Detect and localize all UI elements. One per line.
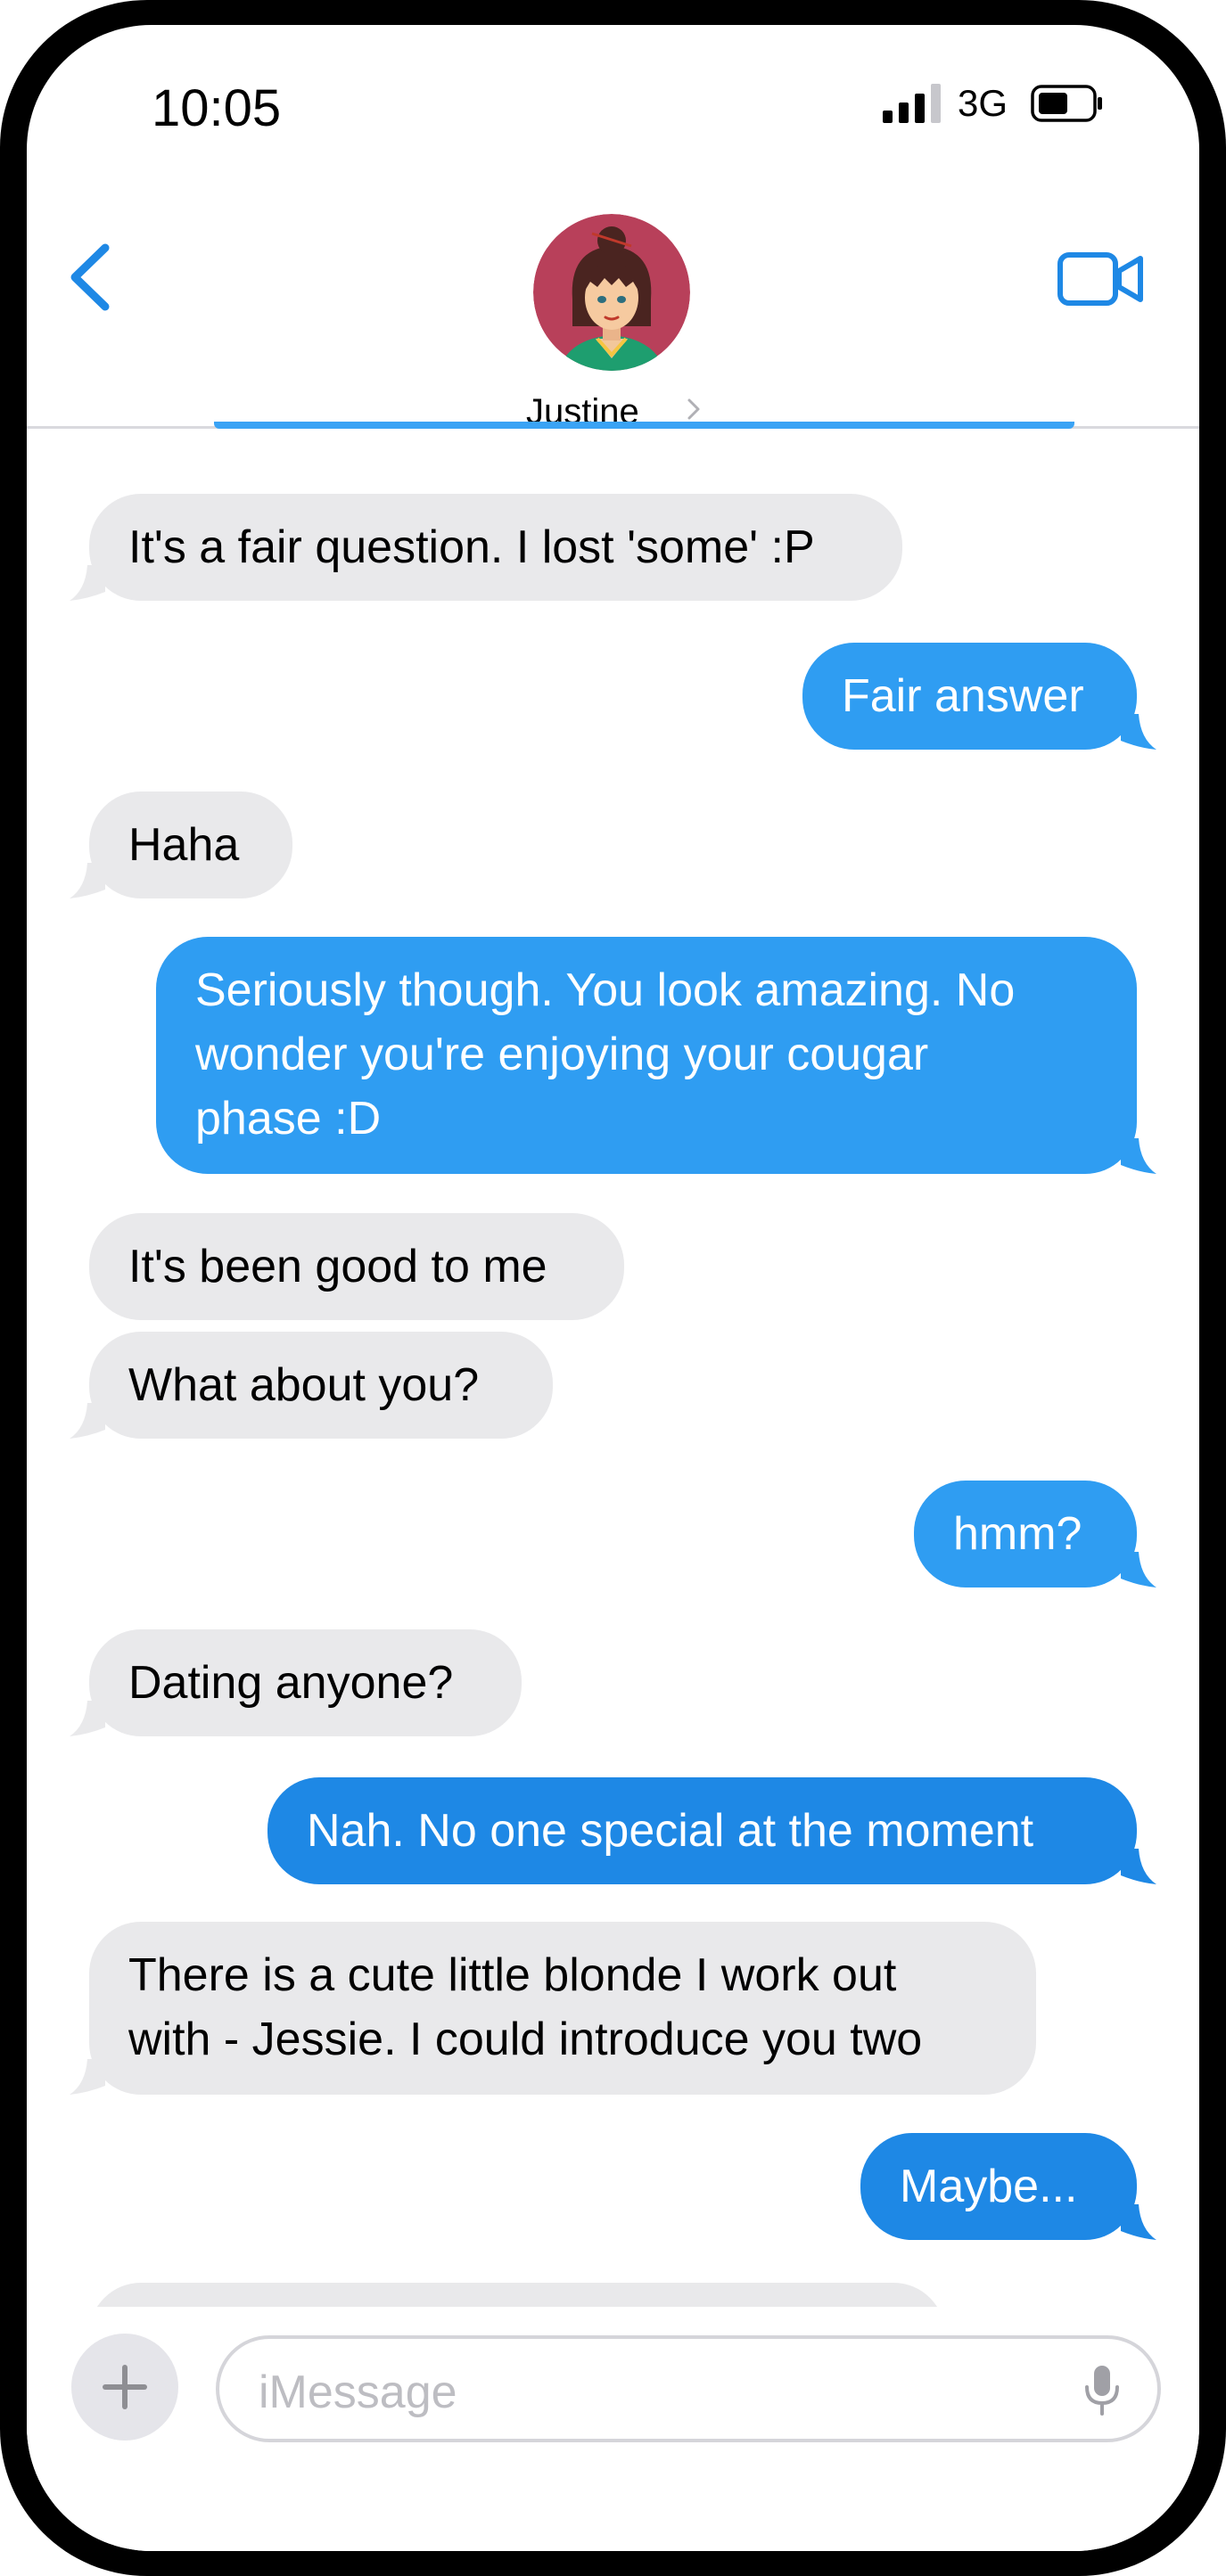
bubble-tail [70, 863, 105, 898]
bubble-tail [70, 1701, 105, 1736]
previous-message-peek [214, 422, 1074, 429]
conversation-header: Justine [27, 159, 1199, 431]
network-type: 3G [958, 82, 1008, 124]
battery-icon [1031, 85, 1102, 122]
sent-message[interactable]: Seriously though. You look amazing. No w… [156, 937, 1137, 1174]
message-text: Fair answer [842, 670, 1084, 722]
message-input-placeholder: iMessage [259, 2367, 457, 2418]
bubble-tail [1121, 1552, 1156, 1587]
message-text-line: phase :D [195, 1093, 382, 1144]
message-text: Haha [128, 819, 240, 871]
received-message[interactable]: It's been good to me [89, 1213, 624, 1320]
bubble-tail [70, 1403, 105, 1439]
video-camera-icon[interactable] [1057, 248, 1146, 310]
received-message[interactable]: What about you? [89, 1332, 553, 1439]
bubble-tail [70, 565, 105, 601]
avatar-illustration [533, 214, 690, 371]
message-text-line: Seriously though. You look amazing. No [195, 964, 1016, 1016]
bubble-tail [1121, 714, 1156, 750]
message-input[interactable]: iMessage [216, 2335, 1161, 2442]
status-time: 10:05 [152, 79, 282, 137]
message-text: Nah. No one special at the moment [307, 1805, 1034, 1857]
received-message[interactable]: It's a fair question. I lost 'some' :P [89, 494, 902, 601]
sent-message[interactable]: hmm? [914, 1481, 1137, 1587]
received-message-partial [89, 2283, 945, 2309]
bubble-tail [1121, 1138, 1156, 1174]
message-list: It's a fair question. I lost 'some' :P F… [27, 429, 1199, 2309]
message-text: It's been good to me [128, 1241, 547, 1292]
sent-message[interactable]: Nah. No one special at the moment [267, 1777, 1137, 1884]
screen: 10:05 3G Justine It's a fair question. I… [27, 25, 1199, 2551]
bubble-tail [70, 2059, 105, 2095]
contact-avatar[interactable] [533, 214, 690, 371]
sent-message[interactable]: Fair answer [802, 643, 1137, 750]
message-text: Maybe... [900, 2161, 1078, 2212]
received-message[interactable]: Haha [89, 792, 292, 898]
message-text: It's a fair question. I lost 'some' :P [128, 521, 815, 573]
message-text: hmm? [953, 1508, 1082, 1560]
compose-bar: iMessage [27, 2307, 1199, 2551]
sent-message[interactable]: Maybe... [860, 2133, 1137, 2240]
received-message[interactable]: There is a cute little blonde I work out… [89, 1922, 1036, 2095]
message-text-line: with - Jessie. I could introduce you two [128, 2014, 923, 2065]
back-chevron-icon[interactable] [62, 237, 125, 317]
plus-button[interactable] [71, 2334, 178, 2441]
received-message[interactable]: Dating anyone? [89, 1629, 522, 1736]
message-text: What about you? [128, 1359, 480, 1411]
message-text-line: wonder you're enjoying your cougar [195, 1029, 929, 1080]
message-text-line: There is a cute little blonde I work out [128, 1949, 897, 2001]
status-bar: 10:05 3G [27, 25, 1199, 159]
message-text: Dating anyone? [128, 1657, 454, 1709]
microphone-icon[interactable] [1082, 2364, 1122, 2417]
bubble-tail [1121, 2204, 1156, 2240]
phone-frame: 10:05 3G Justine It's a fair question. I… [0, 0, 1226, 2576]
plus-icon [103, 2365, 147, 2409]
chevron-right-icon[interactable] [685, 396, 703, 422]
bubble-tail [1121, 1849, 1156, 1884]
cellular-signal-icon [883, 84, 941, 123]
